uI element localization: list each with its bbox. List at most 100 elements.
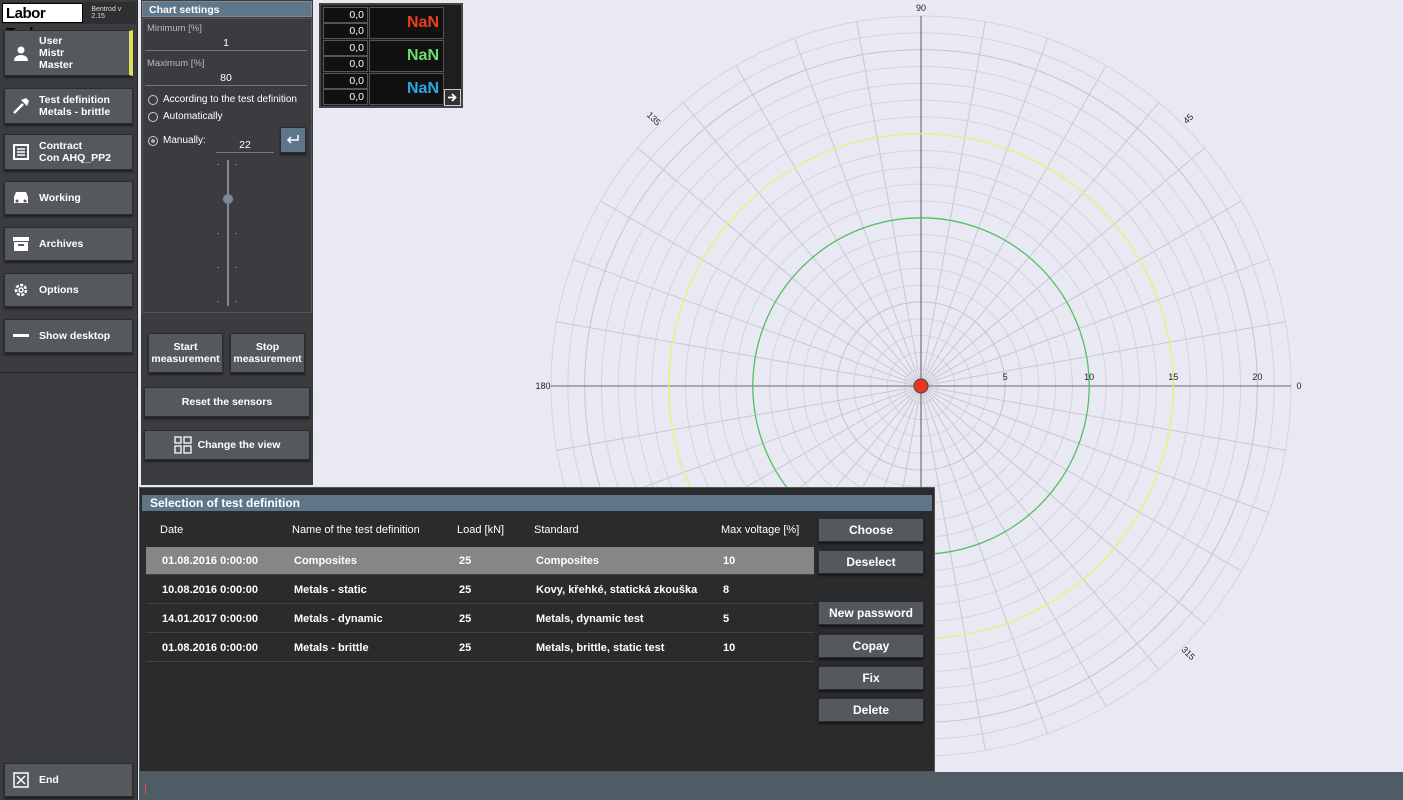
- end-button[interactable]: End: [4, 763, 133, 797]
- table-row[interactable]: 10.08.2016 0:00:00 Metals - static 25 Ko…: [146, 576, 814, 604]
- show-desktop-label: Show desktop: [39, 330, 111, 342]
- sensor-1-value-b: 0,0: [323, 23, 368, 39]
- user-icon: [9, 41, 33, 65]
- start-measurement-button[interactable]: Start measurement: [148, 333, 223, 373]
- options-label: Options: [39, 284, 79, 296]
- sensor-row-2: 0,0 0,0 NaN: [323, 40, 461, 72]
- cell-date: 14.01.2017 0:00:00: [162, 613, 259, 625]
- sidebar-item-user[interactable]: User Mistr Master: [4, 30, 133, 76]
- sensor-3-value-a: 0,0: [323, 73, 368, 89]
- test-definition-value: Metals - brittle: [39, 106, 111, 118]
- cell-standard: Composites: [536, 555, 599, 567]
- manual-value-input[interactable]: 22: [216, 139, 274, 153]
- stop-measurement-button[interactable]: Stop measurement: [230, 333, 305, 373]
- angle-label: 315: [1179, 644, 1197, 662]
- sidebar-item-options[interactable]: Options: [4, 273, 133, 307]
- table-row[interactable]: 01.08.2016 0:00:00 Metals - brittle 25 M…: [146, 634, 814, 662]
- header-name[interactable]: Name of the test definition: [292, 524, 420, 536]
- angle-label: 45: [1181, 112, 1195, 126]
- range-slider[interactable]: [217, 160, 237, 306]
- cell-date: 01.08.2016 0:00:00: [162, 642, 259, 654]
- layout-icon: [173, 436, 192, 454]
- angle-label: 90: [916, 3, 926, 13]
- sidebar-item-show-desktop[interactable]: Show desktop: [4, 319, 133, 353]
- reset-sensors-button[interactable]: Reset the sensors: [144, 387, 310, 417]
- radial-tick-label: 10: [1084, 372, 1094, 382]
- status-indicator: [145, 784, 146, 794]
- radio-automatically[interactable]: Automatically: [148, 111, 222, 122]
- start-label-1: Start: [173, 341, 198, 353]
- app-window: Labor Tech Bentrod v 2.15 UserMistrMaste…: [0, 0, 1403, 800]
- header-max-voltage[interactable]: Max voltage [%]: [721, 524, 799, 536]
- user-name: Mistr: [39, 47, 65, 59]
- archives-label: Archives: [39, 238, 84, 250]
- change-view-button[interactable]: Change the view: [144, 430, 310, 460]
- maximum-label: Maximum [%]: [147, 58, 205, 69]
- user-role: Master: [39, 59, 73, 71]
- sidebar-item-working[interactable]: Working: [4, 181, 133, 215]
- cell-load: 25: [459, 613, 472, 625]
- cell-name: Composites: [294, 555, 357, 567]
- change-view-label: Change the view: [197, 439, 281, 451]
- arrow-right-icon: [448, 93, 457, 102]
- radio-automatically-label: Automatically: [163, 111, 223, 122]
- cell-standard: Metals, dynamic test: [536, 613, 644, 625]
- cell-standard: Metals, brittle, static test: [536, 642, 665, 654]
- angle-label: 180: [535, 381, 550, 391]
- radial-tick-label: 20: [1252, 372, 1262, 382]
- angle-label: 0: [1296, 381, 1301, 391]
- cell-max-voltage: 5: [723, 613, 730, 625]
- sensor-row-1: 0,0 0,0 NaN: [323, 7, 461, 39]
- table-row[interactable]: 01.08.2016 0:00:00 Composites 25 Composi…: [146, 547, 814, 575]
- header-standard[interactable]: Standard: [534, 524, 579, 536]
- radio-test-definition[interactable]: According to the test definition: [148, 94, 297, 105]
- divider: [0, 372, 138, 373]
- sensor-row-3: 0,0 0,0 NaN: [323, 73, 461, 105]
- enter-icon: [286, 135, 299, 144]
- deselect-button[interactable]: Deselect: [818, 550, 924, 574]
- brand-logo: Labor Tech: [2, 3, 84, 42]
- maximum-input[interactable]: 80: [145, 72, 307, 86]
- new-password-button[interactable]: New password: [818, 601, 924, 625]
- sensor-2-result: NaN: [369, 40, 444, 72]
- minimum-input[interactable]: 1: [145, 37, 307, 51]
- cell-max-voltage: 10: [723, 642, 736, 654]
- sensor-2-value-a: 0,0: [323, 40, 368, 56]
- sidebar-item-test-definition[interactable]: Test definition Metals - brittle: [4, 88, 133, 124]
- angle-label: 135: [645, 110, 663, 128]
- cell-max-voltage: 10: [723, 555, 736, 567]
- sensor-values-box: 0,0 0,0 NaN 0,0 0,0 NaN 0,0 0,0 NaN: [319, 3, 463, 108]
- sensor-1-value-a: 0,0: [323, 7, 368, 23]
- sidebar-item-archives[interactable]: Archives: [4, 227, 133, 261]
- header-load[interactable]: Load [kN]: [457, 524, 504, 536]
- sidebar-item-contract[interactable]: Contract Con AHQ_PP2: [4, 134, 133, 170]
- hammer-icon: [9, 94, 33, 118]
- table-row[interactable]: 14.01.2017 0:00:00 Metals - dynamic 25 M…: [146, 605, 814, 633]
- document-icon: [9, 140, 33, 164]
- slider-track: [227, 160, 229, 306]
- cell-name: Metals - brittle: [294, 642, 369, 654]
- choose-button[interactable]: Choose: [818, 518, 924, 542]
- radio-manually[interactable]: Manually:: [148, 135, 206, 146]
- slider-thumb[interactable]: [223, 194, 233, 205]
- enter-button[interactable]: [280, 127, 306, 153]
- working-label: Working: [39, 192, 81, 204]
- radial-tick-label: 15: [1168, 372, 1178, 382]
- delete-button[interactable]: Delete: [818, 698, 924, 722]
- export-button[interactable]: [444, 89, 461, 106]
- stop-label-1: Stop: [255, 341, 280, 353]
- header-date[interactable]: Date: [160, 524, 183, 536]
- cell-standard: Kovy, křehké, statická zkouška: [536, 584, 698, 596]
- minimize-icon: [9, 324, 33, 348]
- sensor-3-result: NaN: [369, 73, 444, 105]
- copy-button[interactable]: Copay: [818, 634, 924, 658]
- sensor-3-value-b: 0,0: [323, 89, 368, 105]
- cell-date: 01.08.2016 0:00:00: [162, 555, 259, 567]
- radio-test-definition-label: According to the test definition: [163, 94, 297, 105]
- cell-name: Metals - dynamic: [294, 613, 383, 625]
- start-label-2: measurement: [151, 353, 220, 365]
- test-definition-label: Test definition: [39, 94, 110, 106]
- fix-button[interactable]: Fix: [818, 666, 924, 690]
- stop-label-2: measurement: [233, 353, 302, 365]
- close-icon: [9, 768, 33, 792]
